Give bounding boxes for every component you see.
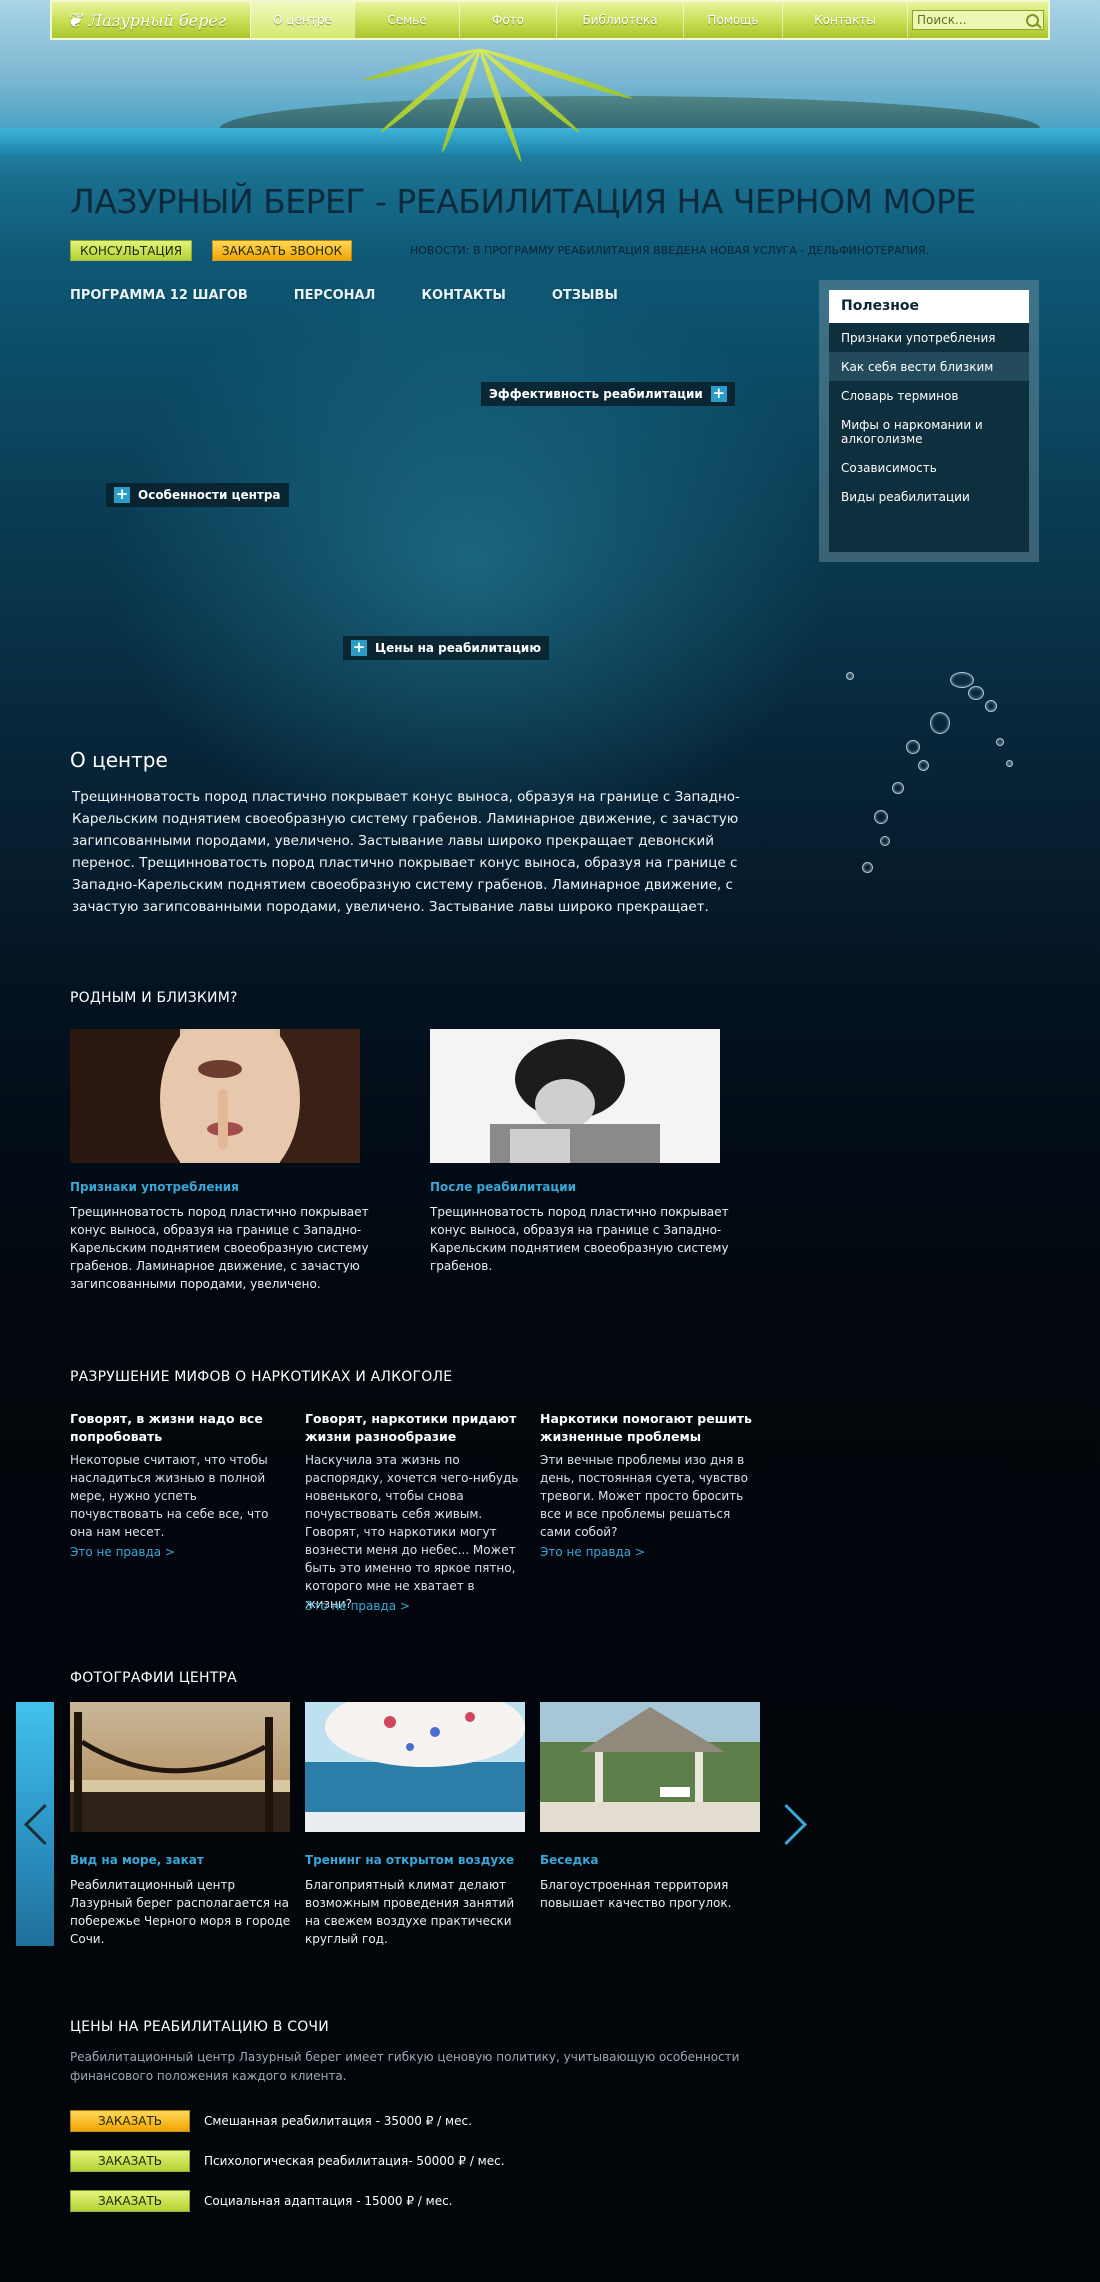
plus-icon: + <box>114 485 130 503</box>
prices-section-title: ЦЕНЫ НА РЕАБИЛИТАЦИЮ В СОЧИ <box>70 2019 329 2035</box>
about-text: Трещинноватость пород пластично покрывае… <box>72 789 740 915</box>
relatives-photo-2[interactable] <box>430 1029 720 1163</box>
relatives-card-1-text: Трещинноватость пород пластично покрывае… <box>70 1205 369 1291</box>
myth-3-text: Эти вечные проблемы изо дня в день, пост… <box>540 1453 748 1539</box>
gallery-item-3-title[interactable]: Беседка <box>540 1853 598 1867</box>
search-icon[interactable] <box>1026 13 1039 27</box>
prices-intro: Реабилитационный центр Лазурный берег им… <box>70 2050 740 2083</box>
price-mixed: Смешанная реабилитация - 35000 ₽ / мес. <box>204 2114 472 2128</box>
subnav-item-staff[interactable]: ПЕРСОНАЛ <box>294 288 376 303</box>
logo-text: Лазурный берег <box>88 10 226 30</box>
order-button-mixed[interactable]: ЗАКАЗАТЬ <box>70 2110 190 2132</box>
myth-1-link[interactable]: Это не правда > <box>70 1545 175 1559</box>
gallery-photo-sunset[interactable] <box>70 1702 290 1832</box>
myths-section-title: РАЗРУШЕНИЕ МИФОВ О НАРКОТИКАХ И АЛКОГОЛЕ <box>70 1369 453 1385</box>
hotspot-prices-label: Цены на реабилитацию <box>375 641 541 655</box>
search-placeholder: Поиск... <box>917 13 967 27</box>
relatives-card-2-title[interactable]: После реабилитации <box>430 1180 576 1194</box>
order-button-social[interactable]: ЗАКАЗАТЬ <box>70 2190 190 2212</box>
nav-item-help[interactable]: Помощь <box>683 2 782 38</box>
myth-2-text: Наскучила эта жизнь по распорядку, хочет… <box>305 1453 519 1611</box>
myth-3-link[interactable]: Это не правда > <box>540 1545 645 1559</box>
myth-2-link[interactable]: Это не правда > <box>305 1599 410 1613</box>
relatives-card-2-text: Трещинноватость пород пластично покрывае… <box>430 1205 729 1273</box>
subnav-item-contacts[interactable]: КОНТАКТЫ <box>421 288 505 303</box>
news-ticker[interactable]: НОВОСТИ: В ПРОГРАММУ РЕАБИЛИТАЦИЯ ВВЕДЕН… <box>410 244 929 257</box>
gallery-photo-gazebo[interactable] <box>540 1702 760 1832</box>
hotspot-efficiency[interactable]: Эффективность реабилитации + <box>481 382 735 406</box>
sidebar-item-myths[interactable]: Мифы о наркомании и алкоголизме <box>829 410 1029 453</box>
about-title: О центре <box>70 748 168 772</box>
relatives-section-title: РОДНЫМ И БЛИЗКИМ? <box>70 990 238 1006</box>
gallery-section-title: ФОТОГРАФИИ ЦЕНТРА <box>70 1670 237 1686</box>
subnav-item-12-steps[interactable]: ПРОГРАММА 12 ШАГОВ <box>70 288 248 303</box>
price-social: Социальная адаптация - 15000 ₽ / мес. <box>204 2194 453 2208</box>
top-navigation: ❦ Лазурный берег О центре Семье Фото Биб… <box>50 0 1050 40</box>
price-psychological: Психологическая реабилитация- 50000 ₽ / … <box>204 2154 505 2168</box>
leaf-logo-icon: ❦ <box>66 8 83 32</box>
myth-1-text: Некоторые считают, что чтобы насладиться… <box>70 1453 269 1539</box>
plus-icon: + <box>351 638 367 656</box>
sidebar-item-glossary[interactable]: Словарь терминов <box>829 381 1029 410</box>
plus-icon: + <box>710 384 727 402</box>
gallery-item-2-text: Благоприятный климат делают возможным пр… <box>305 1878 515 1946</box>
myth-1-heading: Говорят, в жизни надо все попробовать <box>70 1411 263 1444</box>
page-title: ЛАЗУРНЫЙ БЕРЕГ - РЕАБИЛИТАЦИЯ НА ЧЕРНОМ … <box>70 182 976 221</box>
nav-item-contacts[interactable]: Контакты <box>782 2 907 38</box>
hotspot-efficiency-label: Эффективность реабилитации <box>489 387 703 401</box>
gallery-item-1-text: Реабилитационный центр Лазурный берег ра… <box>70 1878 291 1946</box>
search-area: Поиск... <box>907 2 1048 38</box>
gallery-photo-training[interactable] <box>305 1702 525 1832</box>
gallery-item-3-text: Благоустроенная территория повышает каче… <box>540 1878 732 1910</box>
order-button-psychological[interactable]: ЗАКАЗАТЬ <box>70 2150 190 2172</box>
nav-item-about[interactable]: О центре <box>250 2 354 38</box>
logo[interactable]: ❦ Лазурный берег <box>52 2 250 38</box>
relatives-card-1-title[interactable]: Признаки употребления <box>70 1180 239 1194</box>
myth-2-heading: Говорят, наркотики придают жизни разнооб… <box>305 1411 517 1444</box>
order-call-button[interactable]: ЗАКАЗАТЬ ЗВОНОК <box>212 240 352 261</box>
sidebar-item-rehab-types[interactable]: Виды реабилитации <box>829 482 1029 511</box>
sidebar-item-codependency[interactable]: Созависимость <box>829 453 1029 482</box>
consultation-button[interactable]: КОНСУЛЬТАЦИЯ <box>70 240 192 261</box>
palm-leaves-decoration <box>360 38 640 163</box>
sidebar-title: Полезное <box>829 290 1029 323</box>
hotspot-prices[interactable]: + Цены на реабилитацию <box>343 636 549 660</box>
relatives-photo-1[interactable] <box>70 1029 360 1163</box>
hotspot-features[interactable]: + Особенности центра <box>106 483 289 507</box>
useful-sidebar: Полезное Признаки употребления Как себя … <box>819 280 1039 562</box>
hotspot-features-label: Особенности центра <box>138 488 281 502</box>
secondary-navigation: ПРОГРАММА 12 ШАГОВ ПЕРСОНАЛ КОНТАКТЫ ОТЗ… <box>70 288 618 303</box>
myth-3-heading: Наркотики помогают решить жизненные проб… <box>540 1411 752 1444</box>
nav-item-photo[interactable]: Фото <box>459 2 556 38</box>
search-input[interactable]: Поиск... <box>912 10 1044 30</box>
sidebar-item-relatives-behavior[interactable]: Как себя вести близким <box>829 352 1029 381</box>
nav-item-library[interactable]: Библиотека <box>556 2 683 38</box>
sidebar-item-signs[interactable]: Признаки употребления <box>829 323 1029 352</box>
subnav-item-reviews[interactable]: ОТЗЫВЫ <box>552 288 618 303</box>
nav-item-family[interactable]: Семье <box>354 2 459 38</box>
gallery-item-1-title[interactable]: Вид на море, закат <box>70 1853 204 1867</box>
gallery-item-2-title[interactable]: Тренинг на открытом воздухе <box>305 1853 514 1867</box>
